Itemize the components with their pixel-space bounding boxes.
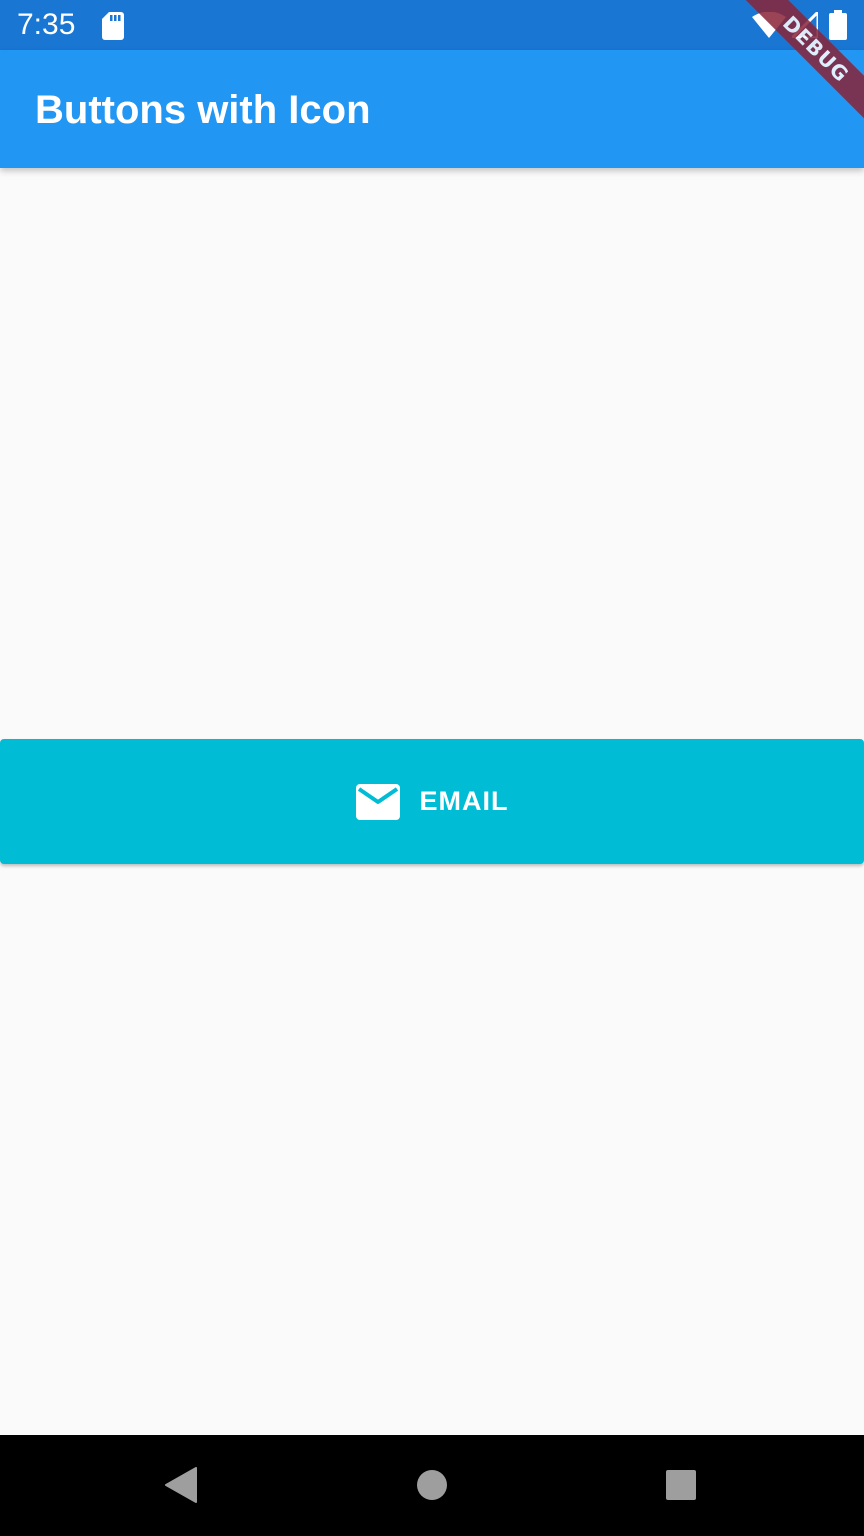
sd-card-icon [102,12,124,40]
back-icon[interactable] [164,1467,198,1503]
mail-icon [355,783,400,820]
app-bar: Buttons with Icon [0,50,864,168]
email-button[interactable]: EMAIL [0,739,864,864]
system-nav-bar [0,1435,864,1536]
status-bar: 7:35 [0,0,864,50]
home-icon[interactable] [416,1469,448,1501]
battery-icon [829,10,847,40]
page-title: Buttons with Icon [35,88,371,132]
status-time: 7:35 [17,8,76,41]
email-button-label: EMAIL [419,786,509,816]
app-screen: 7:35 Buttons with Icon DEBUG EMAIL [0,0,864,1536]
recents-icon[interactable] [665,1469,697,1501]
